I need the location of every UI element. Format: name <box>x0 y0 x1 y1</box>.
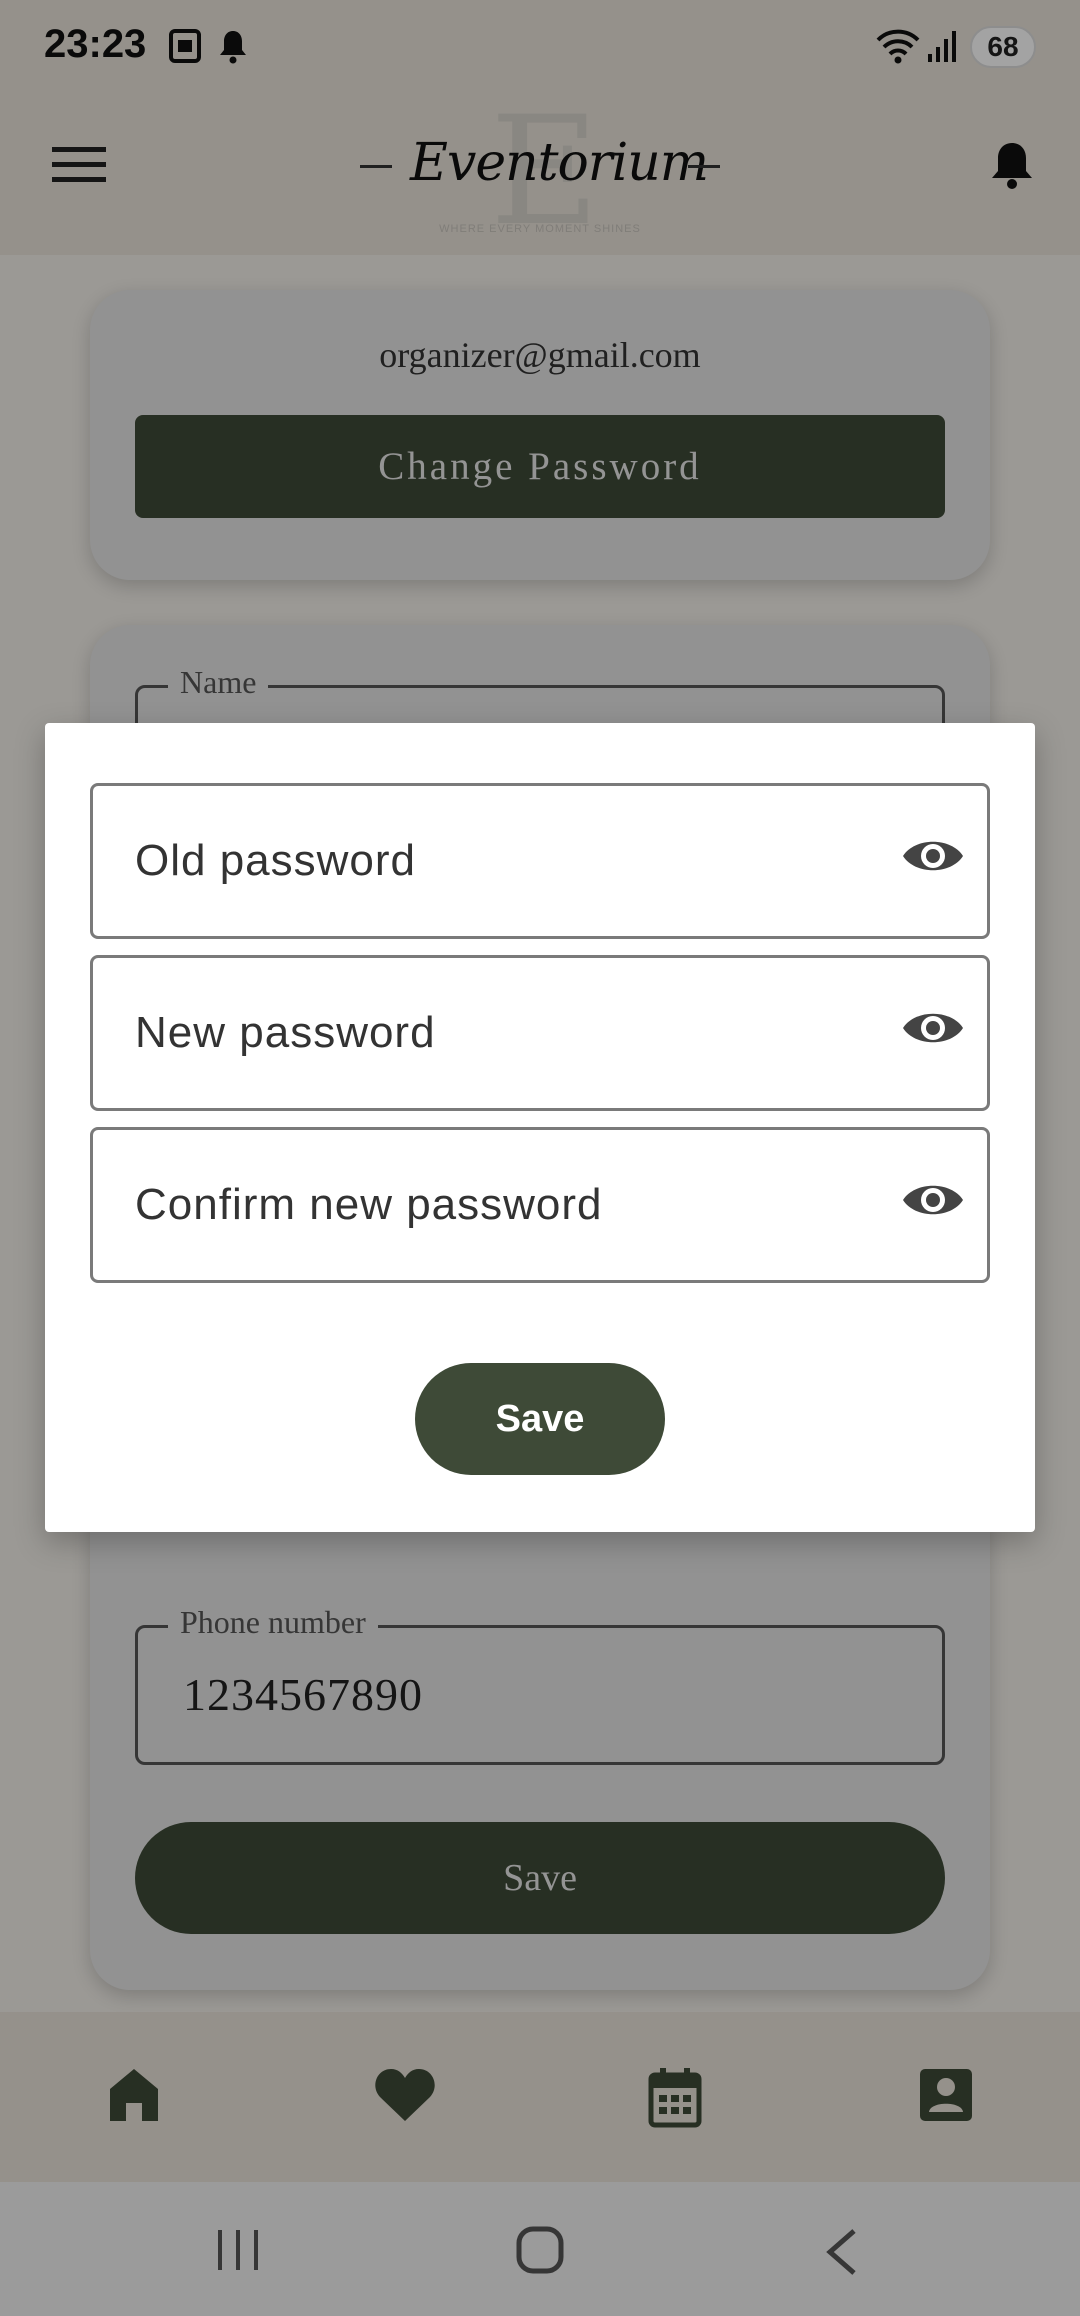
change-password-dialog: Old password New password Confirm new pa… <box>45 723 1035 1532</box>
eye-icon[interactable] <box>901 1178 965 1227</box>
dialog-save-button[interactable]: Save <box>415 1363 665 1475</box>
old-password-field[interactable]: Old password <box>90 783 990 939</box>
confirm-password-field[interactable]: Confirm new password <box>90 1127 990 1283</box>
new-password-placeholder: New password <box>135 1008 436 1057</box>
confirm-password-placeholder: Confirm new password <box>135 1180 603 1229</box>
eye-icon[interactable] <box>901 1006 965 1055</box>
eye-icon[interactable] <box>901 834 965 883</box>
old-password-placeholder: Old password <box>135 836 417 885</box>
new-password-field[interactable]: New password <box>90 955 990 1111</box>
